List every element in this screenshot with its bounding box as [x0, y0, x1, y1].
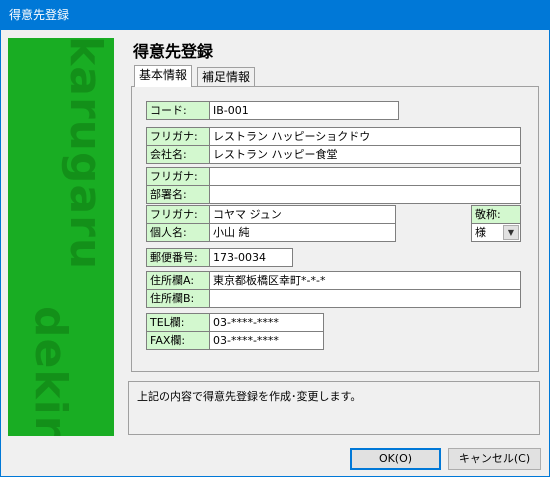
address-a-field[interactable]: 東京都板橋区幸町*-*-*: [209, 271, 521, 290]
honorific-select[interactable]: 様 ▼: [471, 223, 521, 242]
postal-code-field[interactable]: 173-0034: [209, 248, 293, 267]
department-name-label: 部署名:: [146, 185, 210, 204]
postal-code-label: 郵便番号:: [146, 248, 210, 267]
ok-button[interactable]: OK(O): [350, 448, 441, 470]
department-furigana-field[interactable]: [209, 167, 521, 186]
person-furigana-field[interactable]: コヤマ ジュン: [209, 205, 396, 224]
window-title-bar[interactable]: 得意先登録: [0, 0, 550, 30]
tel-field[interactable]: 03-****-****: [209, 313, 324, 332]
chevron-down-icon[interactable]: ▼: [503, 225, 519, 240]
tel-label: TEL欄:: [146, 313, 210, 332]
code-label: コード:: [146, 101, 210, 120]
company-name-label: 会社名:: [146, 145, 210, 164]
department-furigana-label: フリガナ:: [146, 167, 210, 186]
honorific-value: 様: [475, 226, 486, 239]
address-a-label: 住所欄A:: [146, 271, 210, 290]
cancel-button[interactable]: キャンセル(C): [448, 448, 541, 470]
person-name-label: 個人名:: [146, 223, 210, 242]
status-message-text: 上記の内容で得意先登録を作成･変更します。: [137, 390, 362, 403]
fax-label: FAX欄:: [146, 331, 210, 350]
watermark-karugaru: karugaru: [60, 38, 111, 271]
tab-panel-basic-info: コード: IB-001 フリガナ: レストラン ハッピーショクドウ 会社名: レ…: [131, 86, 539, 372]
tab-supplementary-info[interactable]: 補足情報: [197, 67, 256, 86]
dialog-window: karugaru dekiru 得意先登録 基本情報 補足情報 コード: IB-…: [0, 30, 550, 477]
company-furigana-field[interactable]: レストラン ハッピーショクドウ: [209, 127, 521, 146]
watermark-dekiru: dekiru: [25, 306, 76, 436]
address-b-field[interactable]: [209, 289, 521, 308]
company-furigana-label: フリガナ:: [146, 127, 210, 146]
tab-basic-info[interactable]: 基本情報: [134, 65, 193, 87]
person-name-field[interactable]: 小山 純: [209, 223, 396, 242]
fax-field[interactable]: 03-****-****: [209, 331, 324, 350]
person-furigana-label: フリガナ:: [146, 205, 210, 224]
page-title: 得意先登録: [133, 42, 214, 61]
window-title: 得意先登録: [9, 8, 70, 22]
company-name-field[interactable]: レストラン ハッピー食堂: [209, 145, 521, 164]
code-field[interactable]: IB-001: [209, 101, 399, 120]
sidebar-banner: karugaru dekiru: [8, 38, 114, 436]
department-name-field[interactable]: [209, 185, 521, 204]
address-b-label: 住所欄B:: [146, 289, 210, 308]
status-message: 上記の内容で得意先登録を作成･変更します。: [128, 381, 540, 435]
honorific-label: 敬称:: [471, 205, 521, 224]
